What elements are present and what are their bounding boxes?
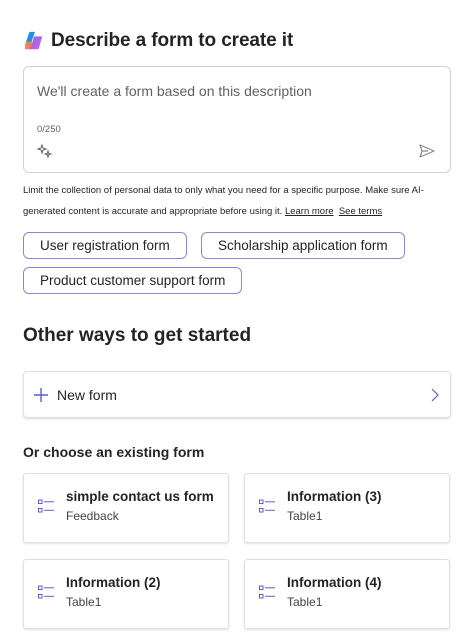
form-subtitle: Table1 <box>287 595 323 609</box>
form-subtitle: Table1 <box>287 509 323 523</box>
description-placeholder: We'll create a form based on this descri… <box>37 83 312 99</box>
form-list-icon <box>38 499 54 513</box>
learn-more-link[interactable]: Learn more <box>285 206 334 217</box>
existing-forms-title: Or choose an existing form <box>23 444 205 460</box>
form-title: Information (4) <box>287 575 382 590</box>
new-form-button[interactable]: New form <box>23 371 451 418</box>
form-title: simple contact us form <box>66 489 214 504</box>
existing-form-card[interactable]: Information (3) Table1 <box>244 473 450 543</box>
new-form-label: New form <box>57 386 117 403</box>
existing-form-card[interactable]: Information (2) Table1 <box>23 559 229 629</box>
existing-form-card[interactable]: Information (4) Table1 <box>244 559 450 629</box>
chevron-right-icon <box>431 388 439 402</box>
sparkle-icon[interactable] <box>37 143 53 159</box>
suggestion-chip[interactable]: Scholarship application form <box>201 232 405 259</box>
send-icon[interactable] <box>418 142 436 160</box>
see-terms-link[interactable]: See terms <box>339 206 382 217</box>
form-subtitle: Table1 <box>66 595 102 609</box>
existing-form-card[interactable]: simple contact us form Feedback <box>23 473 229 543</box>
form-title: Information (2) <box>66 575 161 590</box>
plus-icon <box>34 387 48 402</box>
form-title: Information (3) <box>287 489 382 504</box>
page-title: Describe a form to create it <box>51 30 294 51</box>
ai-disclaimer: Limit the collection of personal data to… <box>23 180 443 222</box>
copilot-logo-icon <box>24 31 43 50</box>
form-subtitle: Feedback <box>66 509 119 523</box>
form-list-icon <box>38 585 54 599</box>
suggestion-chip[interactable]: Product customer support form <box>23 267 243 294</box>
form-list-icon <box>259 499 275 513</box>
description-input[interactable]: We'll create a form based on this descri… <box>23 66 451 173</box>
section-title: Other ways to get started <box>23 325 252 346</box>
suggestion-chip[interactable]: User registration form <box>23 232 187 259</box>
form-list-icon <box>259 585 275 599</box>
page-header: Describe a form to create it <box>23 30 293 52</box>
character-counter: 0/250 <box>37 124 61 135</box>
